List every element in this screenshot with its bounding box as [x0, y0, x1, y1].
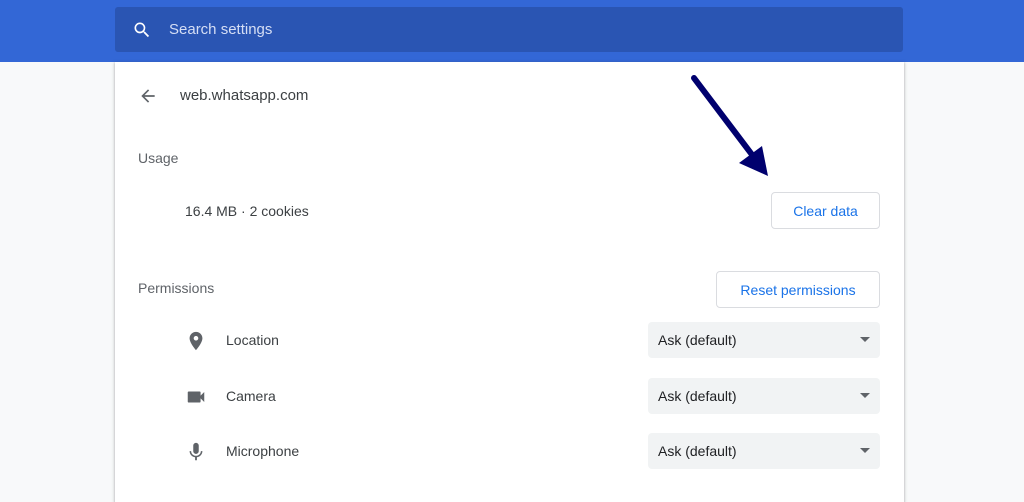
permission-row-microphone: Microphone Ask (default) — [115, 433, 904, 469]
permission-row-location: Location Ask (default) — [115, 322, 904, 358]
search-input[interactable] — [169, 21, 769, 38]
dropdown-arrow-icon — [860, 448, 870, 453]
back-arrow-icon[interactable] — [138, 86, 158, 106]
permission-row-camera: Camera Ask (default) — [115, 378, 904, 414]
usage-summary: 16.4 MB · 2 cookies — [185, 203, 309, 219]
dropdown-arrow-icon — [860, 337, 870, 342]
permissions-heading: Permissions — [138, 280, 215, 296]
permission-label: Camera — [226, 388, 276, 404]
page-title: web.whatsapp.com — [180, 87, 309, 104]
microphone-permission-select[interactable]: Ask (default) — [648, 433, 880, 469]
search-icon — [134, 22, 150, 37]
annotation-arrow-icon — [691, 75, 768, 176]
search-bar[interactable] — [115, 7, 903, 52]
microphone-icon — [189, 442, 203, 461]
select-value: Ask (default) — [658, 332, 737, 348]
select-value: Ask (default) — [658, 388, 737, 404]
dropdown-arrow-icon — [860, 393, 870, 398]
location-permission-select[interactable]: Ask (default) — [648, 322, 880, 358]
camera-permission-select[interactable]: Ask (default) — [648, 378, 880, 414]
usage-heading: Usage — [138, 150, 179, 166]
site-settings-card: web.whatsapp.com Usage 16.4 MB · 2 cooki… — [115, 62, 904, 502]
select-value: Ask (default) — [658, 443, 737, 459]
reset-permissions-button[interactable]: Reset permissions — [716, 271, 880, 308]
camera-icon — [187, 391, 205, 403]
clear-data-button[interactable]: Clear data — [771, 192, 880, 229]
permission-label: Microphone — [226, 443, 300, 459]
header-bar — [0, 0, 1024, 62]
permission-label: Location — [226, 332, 279, 348]
location-pin-icon — [189, 331, 203, 351]
